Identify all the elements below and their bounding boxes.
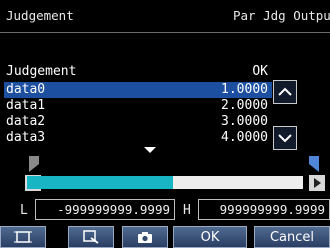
camera-button[interactable] <box>122 226 168 248</box>
list-item-value: 1.0000 <box>221 82 268 97</box>
slider-track[interactable] <box>27 176 303 189</box>
cancel-button[interactable]: Cancel <box>254 226 330 248</box>
zoom-button[interactable] <box>68 226 114 248</box>
mode-title: Par Jdg Output <box>233 8 330 23</box>
ok-button[interactable]: OK <box>173 226 247 248</box>
list-item-value: 2.0000 <box>221 98 268 113</box>
upper-limit-label: H <box>183 203 191 218</box>
page-title: Judgement <box>6 8 74 23</box>
list-item-name: data2 <box>6 114 46 129</box>
zoom-icon <box>83 230 99 244</box>
list-item[interactable]: data2 3.0000 <box>4 114 272 130</box>
upper-limit-field[interactable]: 999999999.9999 <box>198 199 330 220</box>
scroll-up-button[interactable] <box>273 80 297 104</box>
list-header-value: OK <box>252 64 268 79</box>
header-divider <box>0 32 330 33</box>
list-item-name: data3 <box>6 130 46 145</box>
list-item-value: 3.0000 <box>221 114 268 129</box>
more-indicator-icon <box>144 147 156 153</box>
frame-button[interactable] <box>0 226 46 248</box>
scroll-down-button[interactable] <box>273 126 297 150</box>
list-item-value: 4.0000 <box>221 130 268 145</box>
list-item-name: data0 <box>6 82 46 97</box>
list-header: Judgement OK <box>4 64 272 80</box>
chevron-down-icon <box>278 134 292 143</box>
frame-icon <box>14 231 32 243</box>
chevron-up-icon <box>278 87 292 96</box>
slider-fill <box>27 176 174 189</box>
list-item[interactable]: data1 2.0000 <box>4 98 272 114</box>
lower-limit-label: L <box>20 203 28 218</box>
slider-right-button[interactable] <box>309 175 325 191</box>
lower-marker-icon[interactable] <box>29 156 39 172</box>
list-item[interactable]: data0 1.0000 <box>4 82 272 98</box>
list-item[interactable]: data3 4.0000 <box>4 130 272 146</box>
list-item-name: data1 <box>6 98 46 113</box>
arrow-right-icon <box>314 178 321 188</box>
list-header-name: Judgement <box>6 64 77 79</box>
upper-marker-icon[interactable] <box>309 156 319 172</box>
lower-limit-field[interactable]: -999999999.9999 <box>35 199 175 220</box>
camera-icon <box>138 232 152 243</box>
